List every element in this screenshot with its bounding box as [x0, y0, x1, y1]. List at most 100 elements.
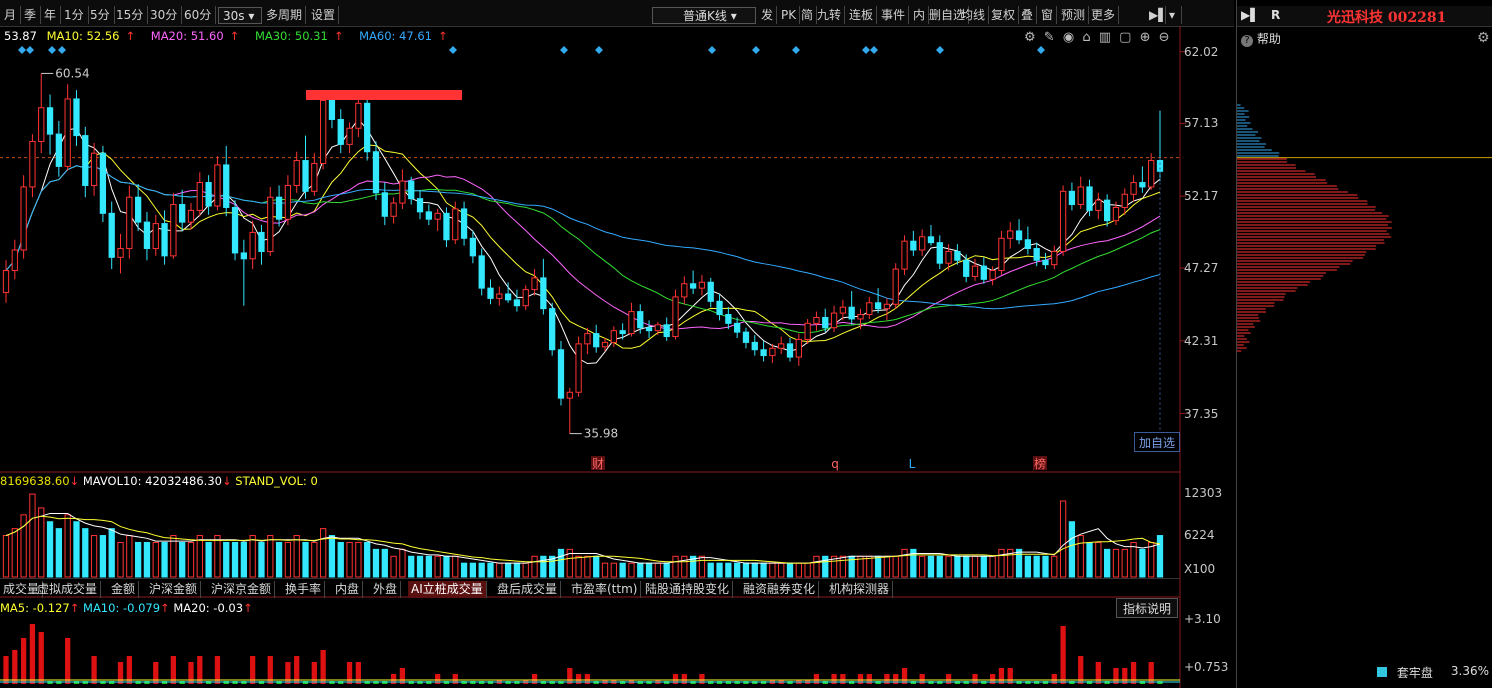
ind-bar-36: [320, 650, 326, 684]
candle-body-7: [64, 98, 71, 167]
right-panel: ▶▌ R 光迅科技 002281 ? 帮助 ⚙ 套牢盘 3.36%: [1236, 0, 1492, 688]
candle-body-11: [99, 152, 107, 214]
vol-bar-74: [654, 562, 662, 578]
candle-body-63: [557, 349, 565, 399]
vol-bar-43: [381, 548, 388, 578]
ind-bar-21: [188, 662, 194, 684]
ind-bar-39: [346, 662, 353, 684]
vol-bar-49: [434, 555, 441, 578]
candle-body-4: [38, 107, 45, 142]
candle-body-83: [734, 322, 741, 333]
ind-bar-40: [355, 662, 362, 684]
candle-body-5: [46, 107, 54, 135]
vol-bar-77: [681, 555, 688, 578]
candle-body-93: [822, 316, 829, 329]
vol-bar-50: [443, 555, 450, 578]
candle-body-130: [1148, 160, 1155, 188]
vol-bar-91: [804, 562, 811, 578]
candle-body-41: [364, 102, 371, 153]
candle-body-76: [672, 296, 679, 338]
vol-bar-23: [205, 541, 212, 578]
candle-body-87: [769, 347, 776, 357]
ind-ma20: MA20: -0.03: [173, 601, 244, 615]
indicator-help-button[interactable]: 指标说明: [1116, 598, 1178, 618]
vol-bar-30: [267, 535, 274, 578]
event-marker-0: 财: [592, 457, 604, 471]
candle-body-117: [1033, 248, 1040, 261]
vol-bar-117: [1033, 555, 1040, 578]
indicator-tab-10[interactable]: 市盈率(ttm): [568, 581, 642, 598]
vol-bar-84: [742, 562, 750, 578]
candle-body-38: [337, 118, 344, 145]
vol-bar-22: [196, 535, 203, 578]
candle-body-88: [778, 343, 785, 349]
candle-body-15: [134, 196, 142, 223]
trapped-value: 3.36%: [1450, 664, 1489, 678]
event-diamond-9: [792, 46, 800, 54]
candle-body-67: [593, 333, 600, 348]
vol-bar-111: [980, 555, 987, 578]
vol-bar-92: [813, 555, 820, 578]
candle-body-9: [82, 135, 89, 186]
price-tick-4: 42.31: [1184, 333, 1219, 348]
event-diamond-5: [560, 46, 568, 54]
indicator-tab-6[interactable]: 内盘: [332, 581, 364, 598]
ind-tick-1: +0.753: [1184, 660, 1229, 674]
vol-bar-10: [90, 535, 98, 578]
candle-body-73: [645, 327, 653, 332]
indicator-tabs: 成交量 虚拟成交量 金额 沪深金额 沪深京金额 换手率 内盘 外盘 AI立桩成交量 盘后成交量 市盈…: [0, 578, 1180, 599]
vol-bar-25: [223, 541, 230, 578]
indicator-tab-7[interactable]: 外盘: [370, 581, 402, 598]
candle-body-62: [549, 308, 556, 351]
vol-bar-7: [64, 514, 71, 578]
ma5-line: [5, 118, 1161, 365]
vol-bar-99: [874, 555, 882, 578]
candle-body-116: [1024, 239, 1032, 250]
vol-bar-102: [901, 548, 908, 578]
vol-bar-68: [601, 562, 609, 578]
candle-body-24: [214, 164, 221, 207]
candle-body-39: [346, 127, 353, 145]
indicator-tab-4[interactable]: 沪深京金额: [208, 581, 276, 598]
trapped-icon: [1377, 667, 1387, 677]
vol-bar-121: [1068, 521, 1076, 578]
vol-bar-107: [945, 555, 952, 578]
candle-body-121: [1068, 190, 1076, 206]
candle-body-120: [1059, 190, 1067, 252]
vol-bar-110: [971, 555, 979, 578]
vol-bar-16: [143, 541, 151, 578]
indicator-tab-5[interactable]: 换手率: [282, 581, 326, 598]
vol-bar-69: [610, 562, 617, 578]
ind-bar-2: [20, 638, 27, 684]
indicator-tab-2[interactable]: 金额: [108, 581, 140, 598]
candle-body-48: [425, 211, 432, 220]
event-diamond-4: [449, 46, 457, 54]
candle-body-37: [328, 99, 336, 120]
candle-body-61: [540, 277, 547, 310]
mavol10-value: MAVOL10: 42032486.30: [82, 474, 222, 488]
vol-bar-11: [99, 535, 107, 578]
vol-bar-40: [355, 541, 362, 578]
candle-body-47: [416, 198, 424, 213]
indicator-tab-11[interactable]: 陆股通持股变化: [642, 581, 734, 598]
indicator-tab-12[interactable]: 融资融券变化: [740, 581, 820, 598]
event-diamond-0: [18, 46, 26, 54]
price-tick-2: 52.17: [1184, 189, 1219, 204]
vol-bar-90: [795, 562, 802, 578]
candle-body-13: [117, 248, 124, 258]
vol-bar-124: [1095, 541, 1102, 578]
ind-bar-120: [1060, 626, 1066, 684]
candle-body-66: [584, 333, 591, 345]
candle-body-113: [998, 237, 1005, 272]
indicator-tab-9[interactable]: 盘后成交量: [494, 581, 562, 598]
indicator-tab-13[interactable]: 机构探测器: [826, 581, 894, 598]
indicator-tab-3[interactable]: 沪深金额: [146, 581, 202, 598]
indicator-tab-8[interactable]: AI立桩成交量: [408, 581, 487, 598]
indicator-tab-1[interactable]: 虚拟成交量: [34, 581, 102, 598]
vol-bar-21: [187, 541, 195, 578]
candle-body-59: [522, 289, 529, 307]
add-to-watchlist-button[interactable]: 加自选: [1134, 432, 1180, 452]
vol-bar-108: [954, 555, 961, 578]
vol-bar-112: [989, 555, 996, 578]
vol-bar-54: [478, 562, 485, 578]
